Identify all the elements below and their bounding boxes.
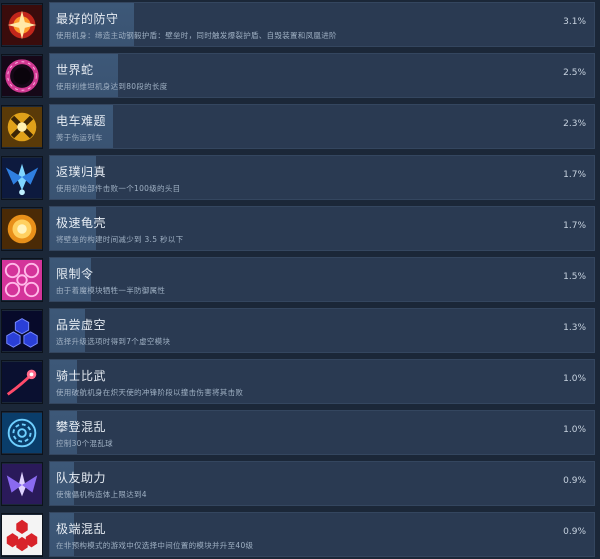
achievement-description: 使用初始部件击败一个100级的头目 <box>56 184 181 193</box>
achievement-title: 最好的防守 <box>56 12 119 26</box>
achievement-percent: 3.1% <box>563 17 586 27</box>
crystal-wings-icon <box>1 462 43 506</box>
trolley-cross-icon <box>1 105 43 149</box>
achievement-percent: 2.3% <box>563 119 586 129</box>
achievement-description: 控制30个混乱球 <box>56 439 113 448</box>
achievement-row[interactable]: 返璞归真 使用初始部件击败一个100级的头目 1.7% <box>0 155 600 202</box>
achievement-percent: 0.9% <box>563 527 586 537</box>
achievement-description: 使用机身：缔造主动钢毅护盾：壁垒时，同时触发爆裂护盾、自毁装置和凤凰进阶 <box>56 31 337 40</box>
achievement-title: 返璞归真 <box>56 165 107 179</box>
achievement-row[interactable]: 极速龟壳 将壁垒的构建时间减少到 3.5 秒以下 1.7% <box>0 206 600 253</box>
comet-icon <box>1 360 43 404</box>
achievement-row[interactable]: 攀登混乱 控制30个混乱球 1.0% <box>0 410 600 457</box>
achievement-progress-bar: 最好的防守 使用机身：缔造主动钢毅护盾：壁垒时，同时触发爆裂护盾、自毁装置和凤凰… <box>49 2 595 47</box>
achievement-title: 世界蛇 <box>56 63 94 77</box>
achievement-progress-bar: 队友助力 使傀儡机构造体上限达到4 0.9% <box>49 461 595 506</box>
achievement-progress-bar: 极端混乱 在非预构模式的游戏中仅选择中间位置的模块并升至40级 0.9% <box>49 512 595 557</box>
achievement-percent: 1.3% <box>563 323 586 333</box>
achievement-description: 使用破航机身在炽天使的冲锋阶段以撞击伤害将其击败 <box>56 388 244 397</box>
achievement-description: 将壁垒的构建时间减少到 3.5 秒以下 <box>56 235 184 244</box>
achievement-row[interactable]: 骑士比武 使用破航机身在炽天使的冲锋阶段以撞击伤害将其击败 1.0% <box>0 359 600 406</box>
achievement-progress-bar: 限制令 由于着魔模块牺牲一半防御属性 1.5% <box>49 257 595 302</box>
achievement-title: 品尝虚空 <box>56 318 107 332</box>
achievement-description: 莠于伤运列车 <box>56 133 103 142</box>
achievement-row[interactable]: 世界蛇 使用利维坦机身达到80段的长度 2.5% <box>0 53 600 100</box>
achievement-progress-bar: 返璞归真 使用初始部件击败一个100级的头目 1.7% <box>49 155 595 200</box>
achievement-title: 骑士比武 <box>56 369 107 383</box>
achievement-description: 由于着魔模块牺牲一半防御属性 <box>56 286 166 295</box>
achievement-description: 使傀儡机构造体上限达到4 <box>56 490 147 499</box>
achievement-percent: 1.0% <box>563 374 586 384</box>
achievement-progress-bar: 极速龟壳 将壁垒的构建时间减少到 3.5 秒以下 1.7% <box>49 206 595 251</box>
fire-shield-icon <box>1 3 43 47</box>
achievement-list: 最好的防守 使用机身：缔造主动钢毅护盾：壁垒时，同时触发爆裂护盾、自毁装置和凤凰… <box>0 0 600 557</box>
achievement-description: 在非预构模式的游戏中仅选择中间位置的模块并升至40级 <box>56 541 254 550</box>
achievement-percent: 1.7% <box>563 221 586 231</box>
achievement-description: 选择升级选项时得到7个虚空模块 <box>56 337 171 346</box>
achievement-percent: 0.9% <box>563 476 586 486</box>
achievement-row[interactable]: 极端混乱 在非预构模式的游戏中仅选择中间位置的模块并升至40级 0.9% <box>0 512 600 559</box>
achievement-row[interactable]: 队友助力 使傀儡机构造体上限达到4 0.9% <box>0 461 600 508</box>
turtle-shell-icon <box>1 207 43 251</box>
achievement-row[interactable]: 最好的防守 使用机身：缔造主动钢毅护盾：壁垒时，同时触发爆裂护盾、自毁装置和凤凰… <box>0 2 600 49</box>
achievement-row[interactable]: 品尝虚空 选择升级选项时得到7个虚空模块 1.3% <box>0 308 600 355</box>
achievement-progress-bar: 品尝虚空 选择升级选项时得到7个虚空模块 1.3% <box>49 308 595 353</box>
chaos-swirl-icon <box>1 411 43 455</box>
achievement-percent: 1.0% <box>563 425 586 435</box>
pink-spiral-icon <box>1 258 43 302</box>
achievement-row[interactable]: 限制令 由于着魔模块牺牲一半防御属性 1.5% <box>0 257 600 304</box>
achievement-progress-bar: 骑士比武 使用破航机身在炽天使的冲锋阶段以撞击伤害将其击败 1.0% <box>49 359 595 404</box>
achievement-title: 队友助力 <box>56 471 107 485</box>
achievement-percent: 2.5% <box>563 68 586 78</box>
achievement-progress-bar: 攀登混乱 控制30个混乱球 1.0% <box>49 410 595 455</box>
serpent-ring-icon <box>1 54 43 98</box>
achievement-description: 使用利维坦机身达到80段的长度 <box>56 82 168 91</box>
winged-ship-icon <box>1 156 43 200</box>
achievement-row[interactable]: 电车难题 莠于伤运列车 2.3% <box>0 104 600 151</box>
void-hex-icon <box>1 309 43 353</box>
achievement-percent: 1.5% <box>563 272 586 282</box>
achievement-percent: 1.7% <box>563 170 586 180</box>
achievement-progress-bar: 电车难题 莠于伤运列车 2.3% <box>49 104 595 149</box>
achievement-title: 攀登混乱 <box>56 420 107 434</box>
red-hex-cluster-icon <box>1 513 43 557</box>
achievement-title: 极端混乱 <box>56 522 107 536</box>
achievement-progress-bar: 世界蛇 使用利维坦机身达到80段的长度 2.5% <box>49 53 595 98</box>
achievement-title: 电车难题 <box>56 114 107 128</box>
achievement-title: 限制令 <box>56 267 94 281</box>
achievement-title: 极速龟壳 <box>56 216 107 230</box>
